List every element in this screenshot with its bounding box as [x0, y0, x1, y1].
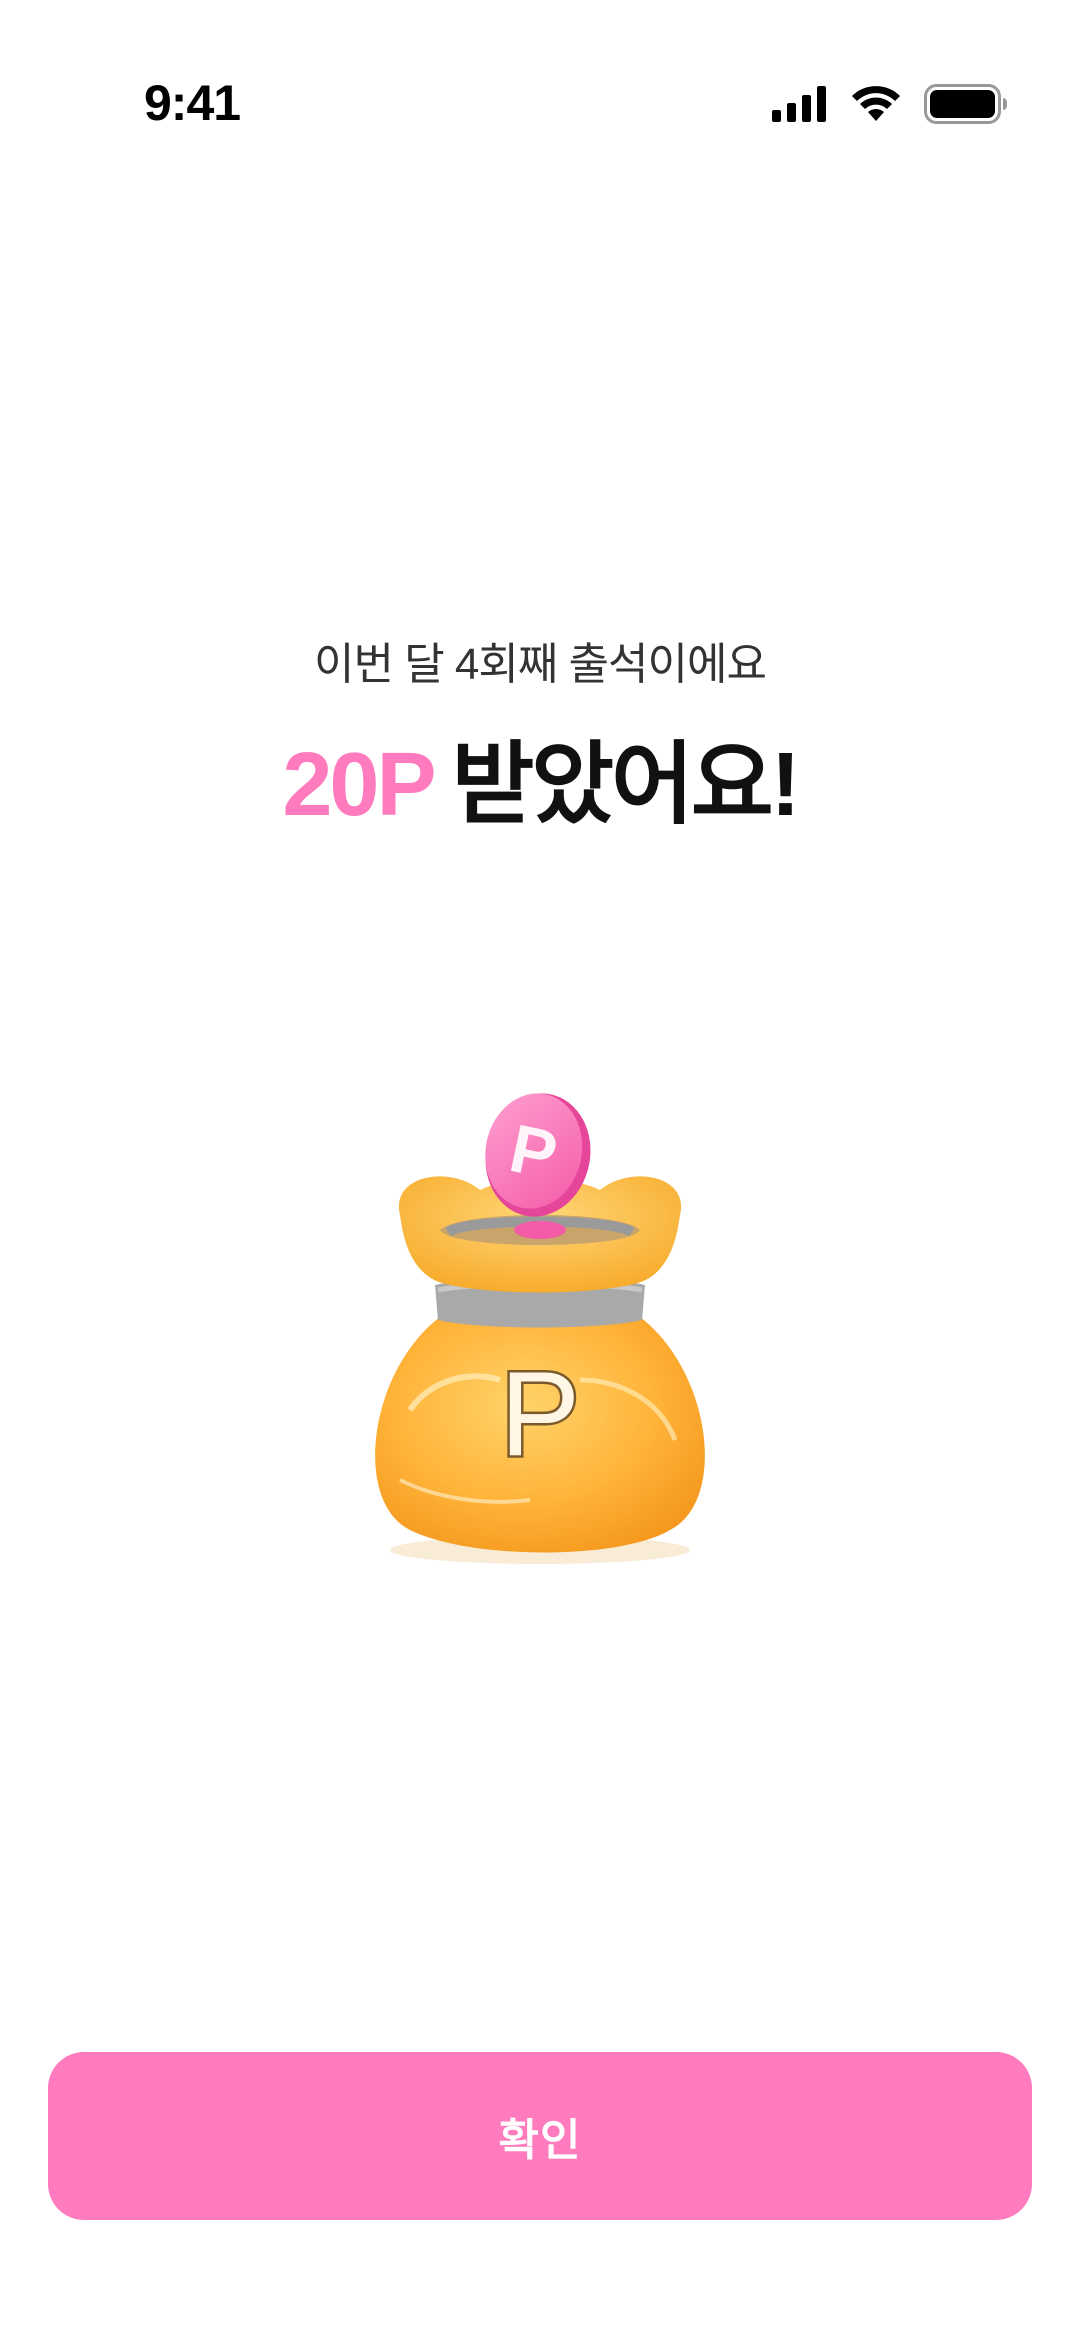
pouch-label: P: [500, 1347, 580, 1481]
reward-title-text: 받았어요!: [451, 735, 800, 835]
status-bar: 9:41: [0, 0, 1080, 150]
status-time: 9:41: [144, 75, 241, 131]
point-pouch-illustration: P P: [330, 1080, 750, 1580]
wifi-icon: [850, 85, 902, 123]
cellular-signal-icon: [772, 86, 828, 122]
battery-icon: [924, 84, 1008, 124]
confirm-button[interactable]: 확인: [48, 2052, 1032, 2220]
attendance-subtitle: 이번 달 4회째 출석이에요: [314, 640, 767, 689]
status-icons: [772, 84, 1008, 124]
reward-title: 20P 받았어요!: [0, 730, 1080, 840]
reward-headline: 이번 달 4회째 출석이에요 20P 받았어요!: [0, 630, 1080, 840]
reward-points: 20P: [282, 735, 436, 835]
